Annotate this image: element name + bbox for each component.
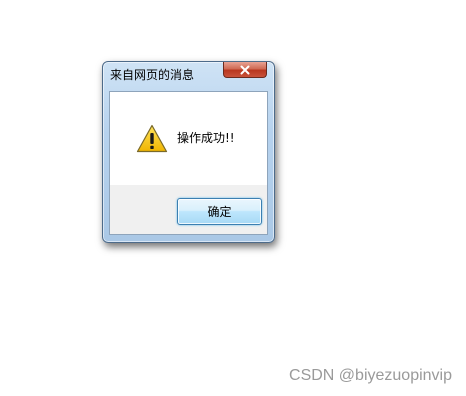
warning-icon [136,124,168,153]
message-text: 操作成功!! [177,131,235,145]
message-dialog: 来自网页的消息 操作成功!! 确定 [102,61,275,243]
button-bar: 确定 [110,185,267,234]
dialog-body: 操作成功!! 确定 [109,91,268,235]
close-button[interactable] [223,62,267,78]
close-icon [240,65,250,74]
message-area: 操作成功!! [110,92,267,185]
ok-button[interactable]: 确定 [177,198,262,225]
watermark-text: CSDN @biyezuopinvip [289,367,452,384]
dialog-title: 来自网页的消息 [110,68,195,82]
